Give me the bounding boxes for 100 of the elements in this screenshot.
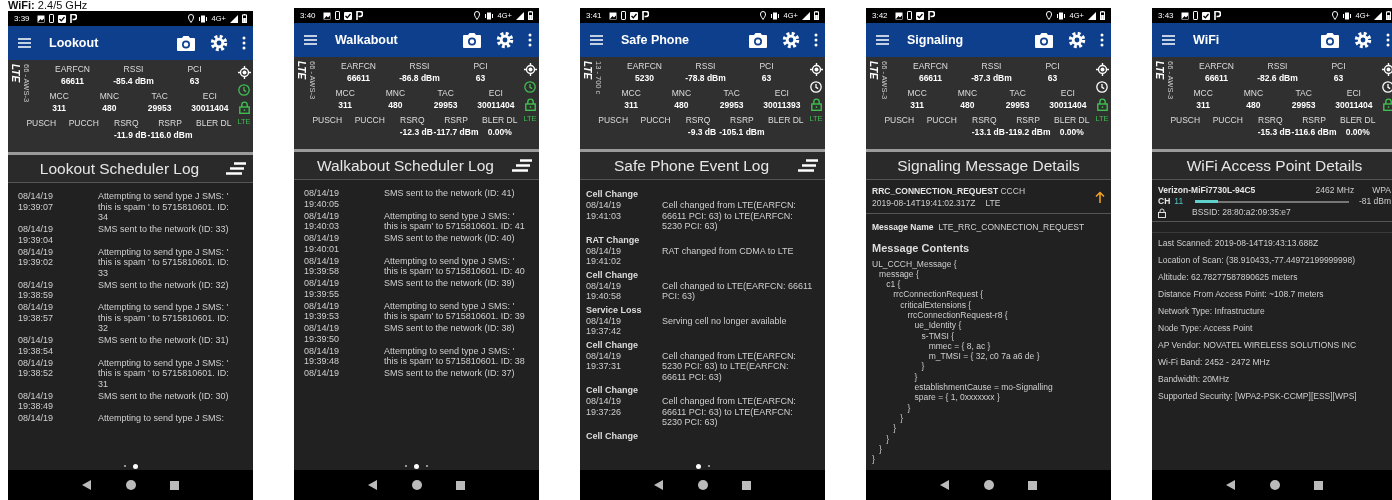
page-indicator-dot[interactable]	[132, 463, 138, 469]
target-icon[interactable]	[1381, 63, 1392, 76]
stat-value: -86.8 dBm	[399, 72, 440, 84]
recents-icon[interactable]	[741, 480, 751, 490]
home-icon[interactable]	[125, 480, 136, 490]
stat-value: 66611	[346, 72, 371, 84]
message-code: UL_CCCH_Message { message { c1 { rrcConnectionRequest { criticalExtensions { rrcConnectionRequest-r8 { ue_Identity { s-TMSI { mmec = { 8, ac } m_TMSI = { 32, c0 7a a6 de } } } establishmentCause = mo-Signalling spare = { 1, 0xxxxxxx } } } } } } }	[871, 258, 1054, 465]
more-options-icon[interactable]	[242, 36, 246, 50]
event-heading: Service Loss	[585, 303, 643, 316]
checkbox-icon	[915, 11, 924, 20]
technology-label: LTE	[582, 61, 593, 82]
settings-icon[interactable]	[782, 31, 800, 49]
more-options-icon[interactable]	[1386, 33, 1390, 47]
menu-icon[interactable]	[590, 35, 603, 45]
log-message: Attempting to send type J SMS: ' this is spam ' to 5715810601. ID: 32	[98, 302, 230, 334]
lock-icon[interactable]	[1382, 98, 1392, 111]
lock-icon[interactable]	[1096, 98, 1108, 111]
camera-icon[interactable]	[176, 34, 196, 52]
page-indicator-dot[interactable]	[414, 463, 419, 469]
menu-icon[interactable]	[304, 35, 317, 45]
stat-value: -117.7 dBm	[433, 126, 479, 138]
home-icon[interactable]	[697, 480, 708, 490]
clock-icon[interactable]	[524, 81, 536, 93]
location-icon	[187, 14, 194, 23]
stat-value: 311	[52, 102, 66, 114]
recents-icon[interactable]	[455, 480, 465, 490]
stat-label: RSRP	[730, 114, 754, 126]
menu-icon[interactable]	[876, 35, 889, 45]
settings-icon[interactable]	[210, 34, 228, 52]
stat-label: TAC	[1009, 87, 1026, 99]
stat-value: -15.3 dB	[1257, 126, 1291, 138]
back-icon[interactable]	[654, 480, 664, 490]
log-timestamp: 08/14/19 19:38:49	[18, 390, 55, 412]
stat-label: EARFCN	[341, 60, 376, 72]
sort-icon[interactable]	[797, 159, 819, 172]
stat-value: -87.3 dBm	[971, 72, 1012, 84]
menu-icon[interactable]	[1162, 35, 1175, 45]
log-message: SMS sent to the network (ID: 39)	[384, 278, 516, 290]
access-point-card[interactable]: Verizon-MiFi7730L-94C5 2462 MHz WPA CH 11 -81 dBm BSSID: 28:80:a2:09:35:e7	[1152, 185, 1392, 222]
stat-value: 480	[674, 99, 689, 111]
event-heading: RAT Change	[585, 233, 641, 246]
message-summary[interactable]: RRC_CONNECTION_REQUEST CCCH 2019-08-14T19:41:02.317Z LTE	[866, 185, 1111, 214]
location-icon	[1331, 11, 1338, 20]
stat-label: EARFCN	[1199, 60, 1234, 72]
stat-label: PUSCH	[26, 117, 57, 129]
back-icon[interactable]	[82, 480, 92, 490]
back-icon[interactable]	[940, 480, 950, 490]
event-message: Cell changed to LTE(EARFCN: 66611 PCI: 63)	[662, 280, 813, 302]
recents-icon[interactable]	[169, 480, 179, 490]
more-options-icon[interactable]	[814, 33, 818, 47]
contents-heading: Message Contents	[871, 240, 971, 256]
home-icon[interactable]	[411, 480, 422, 490]
lock-icon[interactable]	[238, 101, 250, 114]
sort-icon[interactable]	[225, 162, 247, 175]
settings-icon[interactable]	[1068, 31, 1086, 49]
phone-icon	[620, 11, 626, 20]
back-icon[interactable]	[1226, 480, 1236, 490]
home-icon[interactable]	[1269, 480, 1280, 490]
recents-icon[interactable]	[1027, 480, 1037, 490]
camera-icon[interactable]	[1320, 31, 1340, 49]
stat-label: PUCCH	[354, 114, 385, 126]
target-icon[interactable]	[237, 66, 251, 79]
stat-value: 30011404	[1049, 99, 1087, 111]
settings-icon[interactable]	[1354, 31, 1372, 49]
stat-label: TAC	[437, 87, 454, 99]
log-message: SMS sent to the network (ID: 40)	[384, 233, 516, 245]
log-timestamp: 08/14/19 19:39:53	[304, 300, 341, 322]
menu-icon[interactable]	[18, 38, 31, 48]
app-notification-icon	[355, 11, 363, 20]
stat-value: -82.6 dBm	[1257, 72, 1298, 84]
stat-label: BLER DL	[482, 114, 518, 126]
stat-label: BLER DL	[1054, 114, 1090, 126]
battery-icon	[1386, 11, 1391, 20]
camera-icon[interactable]	[462, 31, 482, 49]
back-icon[interactable]	[368, 480, 378, 490]
lock-icon[interactable]	[524, 98, 536, 111]
target-icon[interactable]	[523, 63, 537, 76]
stat-label: MNC	[1243, 87, 1264, 99]
page-indicator-dot[interactable]	[695, 463, 701, 469]
clock-icon[interactable]	[238, 84, 250, 96]
more-options-icon[interactable]	[528, 33, 532, 47]
stat-label: BLER DL	[1340, 114, 1376, 126]
target-icon[interactable]	[1095, 63, 1109, 76]
log-message: Attempting to send type J SMS: ' this is spam ' to 5715810601. ID: 34	[98, 191, 230, 223]
message-rat: LTE	[985, 198, 1001, 208]
target-icon[interactable]	[809, 63, 823, 76]
log-message: SMS sent to the network (ID: 31)	[98, 335, 230, 347]
camera-icon[interactable]	[748, 31, 768, 49]
stat-label: MCC	[49, 90, 69, 102]
technology-label: LTE	[868, 61, 879, 82]
stat-value: 480	[102, 102, 117, 114]
more-options-icon[interactable]	[1100, 33, 1104, 47]
camera-icon[interactable]	[1034, 31, 1054, 49]
location-icon	[1045, 11, 1052, 20]
home-icon[interactable]	[983, 480, 994, 490]
vibrate-icon	[1341, 11, 1352, 20]
lock-icon[interactable]	[810, 98, 822, 111]
sort-icon[interactable]	[511, 159, 533, 172]
recents-icon[interactable]	[1313, 480, 1323, 490]
settings-icon[interactable]	[496, 31, 514, 49]
